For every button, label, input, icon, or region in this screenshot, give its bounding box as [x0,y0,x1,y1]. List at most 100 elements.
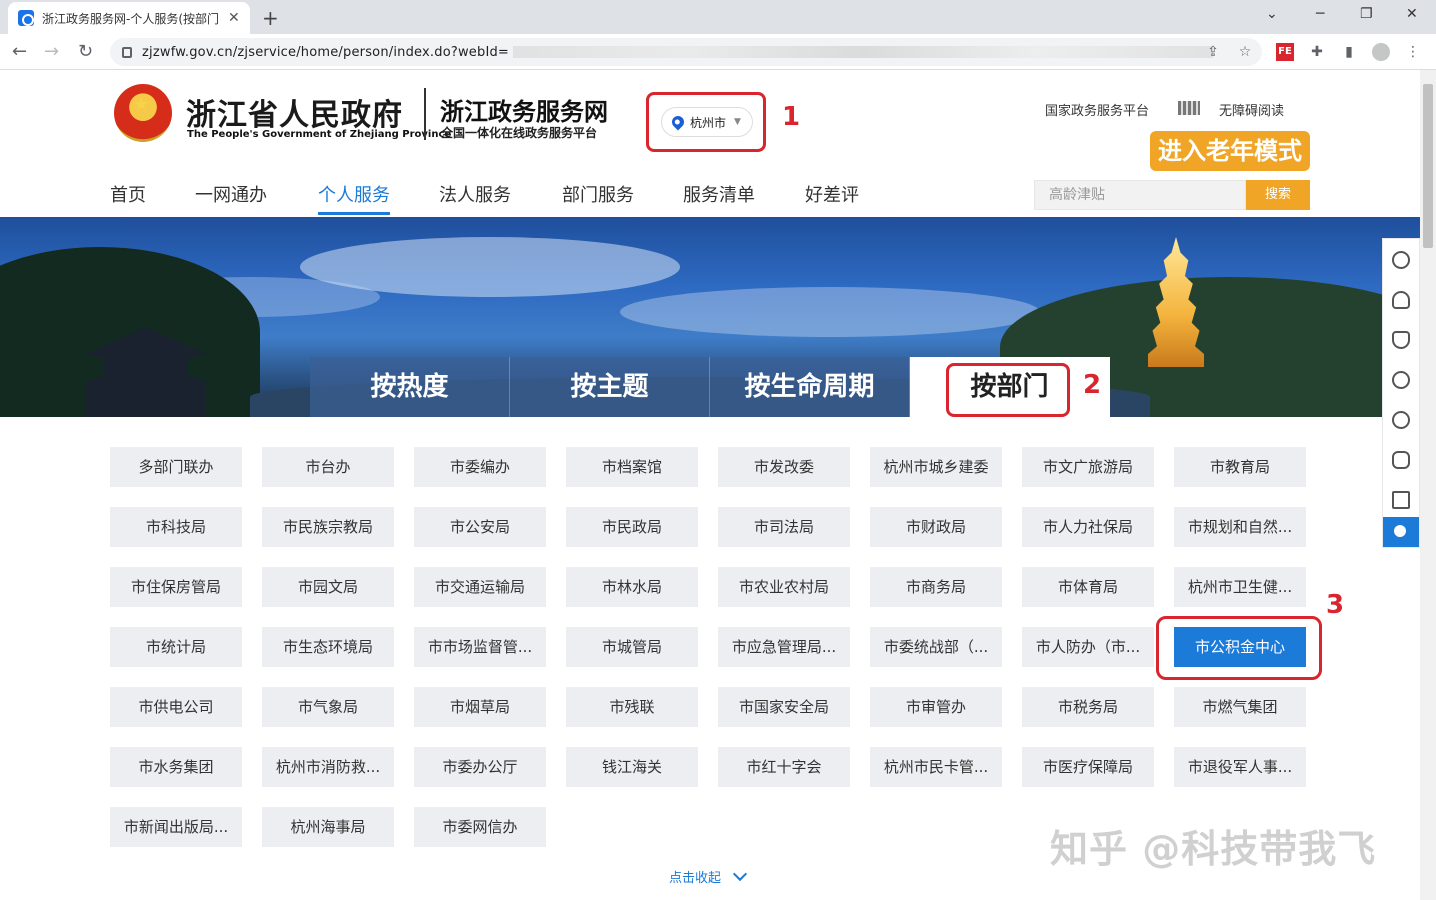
yuan-icon[interactable] [1392,411,1410,429]
department-item[interactable]: 市委网信办 [414,807,546,847]
search-input[interactable]: 高龄津贴 [1034,180,1246,210]
department-item[interactable]: 市供电公司 [110,687,242,727]
department-item[interactable]: 市烟草局 [414,687,546,727]
extensions-puzzle-icon[interactable]: ✚ [1308,43,1326,61]
share-icon[interactable]: ⇪ [1204,43,1222,61]
nav-home[interactable]: 首页 [110,181,146,207]
department-item[interactable]: 钱江海关 [566,747,698,787]
history-icon[interactable] [1392,371,1410,389]
scrollbar-thumb[interactable] [1423,84,1433,248]
minimize-button[interactable]: ─ [1316,6,1324,22]
department-item[interactable]: 市燃气集团 [1174,687,1306,727]
nav-corporate-services[interactable]: 法人服务 [439,181,511,207]
department-item[interactable]: 市农业农村局 [718,567,850,607]
department-item[interactable]: 市体育局 [1022,567,1154,607]
bookmark-star-icon[interactable]: ☆ [1236,43,1254,61]
nav-service-list[interactable]: 服务清单 [683,181,755,207]
national-platform-link[interactable]: 国家政务服务平台 [1045,100,1149,119]
tab-by-theme[interactable]: 按主题 [510,357,710,417]
customer-service-icon[interactable] [1392,291,1410,309]
city-selector[interactable]: 杭州市 ▼ [661,107,753,137]
side-panel-icon[interactable]: ▮ [1340,43,1358,61]
department-item[interactable]: 市委统战部（... [870,627,1002,667]
department-item[interactable]: 市气象局 [262,687,394,727]
department-item[interactable]: 市台办 [262,447,394,487]
search-button[interactable]: 搜索 [1246,180,1310,210]
department-item[interactable]: 市民政局 [566,507,698,547]
nav-one-stop[interactable]: 一网通办 [195,181,267,207]
department-item[interactable]: 杭州市城乡建委 [870,447,1002,487]
extension-fe-icon[interactable]: FE [1276,43,1294,61]
browser-tab[interactable]: 浙江政务服务网-个人服务(按部门 ✕ [8,2,250,34]
department-item[interactable]: 杭州市消防救... [262,747,394,787]
department-item[interactable]: 市残联 [566,687,698,727]
shield-icon[interactable] [1392,331,1410,349]
site-title[interactable]: 浙江政务服务网 [440,92,608,127]
department-item[interactable]: 市税务局 [1022,687,1154,727]
new-tab-button[interactable]: + [262,6,279,30]
back-icon[interactable]: ← [12,41,27,62]
close-window-button[interactable]: ✕ [1406,6,1418,22]
department-item[interactable]: 市文广旅游局 [1022,447,1154,487]
department-item[interactable]: 市医疗保障局 [1022,747,1154,787]
department-item[interactable]: 市发改委 [718,447,850,487]
department-item[interactable]: 市新闻出版局... [110,807,242,847]
department-item[interactable]: 杭州市民卡管... [870,747,1002,787]
department-item[interactable]: 市民族宗教局 [262,507,394,547]
department-item[interactable]: 市人防办（市... [1022,627,1154,667]
department-item[interactable]: 市人力社保局 [1022,507,1154,547]
collapse-toggle[interactable]: 点击收起 [669,866,748,886]
tab-by-popularity[interactable]: 按热度 [310,357,510,417]
department-item[interactable]: 市林水局 [566,567,698,607]
department-item[interactable]: 杭州市卫生健... [1174,567,1306,607]
forward-icon[interactable]: → [44,41,59,62]
department-item[interactable]: 市科技局 [110,507,242,547]
department-item[interactable]: 市统计局 [110,627,242,667]
phone-icon[interactable] [1392,451,1410,469]
download-icon[interactable] [1392,491,1410,509]
department-item[interactable]: 市教育局 [1174,447,1306,487]
department-item[interactable]: 市审管办 [870,687,1002,727]
department-item[interactable]: 市商务局 [870,567,1002,607]
department-item[interactable]: 市交通运输局 [414,567,546,607]
department-item[interactable]: 市财政局 [870,507,1002,547]
nav-personal-services[interactable]: 个人服务 [318,181,390,207]
department-item[interactable]: 市住保房管局 [110,567,242,607]
elder-mode-button[interactable]: 进入老年模式 [1150,131,1310,171]
tab-by-life-cycle[interactable]: 按生命周期 [710,357,910,417]
reload-icon[interactable]: ↻ [78,41,93,62]
accessible-reading-link[interactable]: 无障碍阅读 [1219,100,1284,119]
department-item[interactable]: 市城管局 [566,627,698,667]
department-item[interactable]: 市退役军人事... [1174,747,1306,787]
profile-avatar-icon[interactable] [1372,43,1390,61]
department-item[interactable]: 市委办公厅 [414,747,546,787]
qr-code-icon[interactable] [1178,101,1200,115]
department-item[interactable]: 市生态环境局 [262,627,394,667]
page-scrollbar[interactable] [1420,70,1436,900]
department-item[interactable]: 市规划和自然... [1174,507,1306,547]
department-item[interactable]: 市国家安全局 [718,687,850,727]
national-emblem-icon[interactable] [114,84,172,142]
browser-menu-icon[interactable]: ⋮ [1404,43,1422,61]
department-item[interactable]: 市应急管理局... [718,627,850,667]
department-item[interactable]: 市档案馆 [566,447,698,487]
department-item[interactable]: 市委编办 [414,447,546,487]
nav-department-services[interactable]: 部门服务 [562,181,634,207]
department-item[interactable]: 市水务集团 [110,747,242,787]
department-item[interactable]: 市市场监督管... [414,627,546,667]
department-item[interactable]: 市红十字会 [718,747,850,787]
department-item[interactable]: 市园文局 [262,567,394,607]
lock-icon[interactable] [122,46,132,58]
back-to-top-icon[interactable] [1383,517,1419,547]
department-item[interactable]: 市公安局 [414,507,546,547]
nav-evaluation[interactable]: 好差评 [805,181,859,207]
address-bar[interactable]: zjzwfw.gov.cn/zjservice/home/person/inde… [110,38,1262,66]
department-item[interactable]: 多部门联办 [110,447,242,487]
maximize-button[interactable]: ❐ [1360,6,1373,22]
gov-title[interactable]: 浙江省人民政府 [186,90,403,134]
user-icon[interactable] [1392,251,1410,269]
department-item[interactable]: 杭州海事局 [262,807,394,847]
tab-close-icon[interactable]: ✕ [228,10,240,26]
tab-search-icon[interactable]: ⌄ [1266,6,1278,22]
department-item[interactable]: 市司法局 [718,507,850,547]
